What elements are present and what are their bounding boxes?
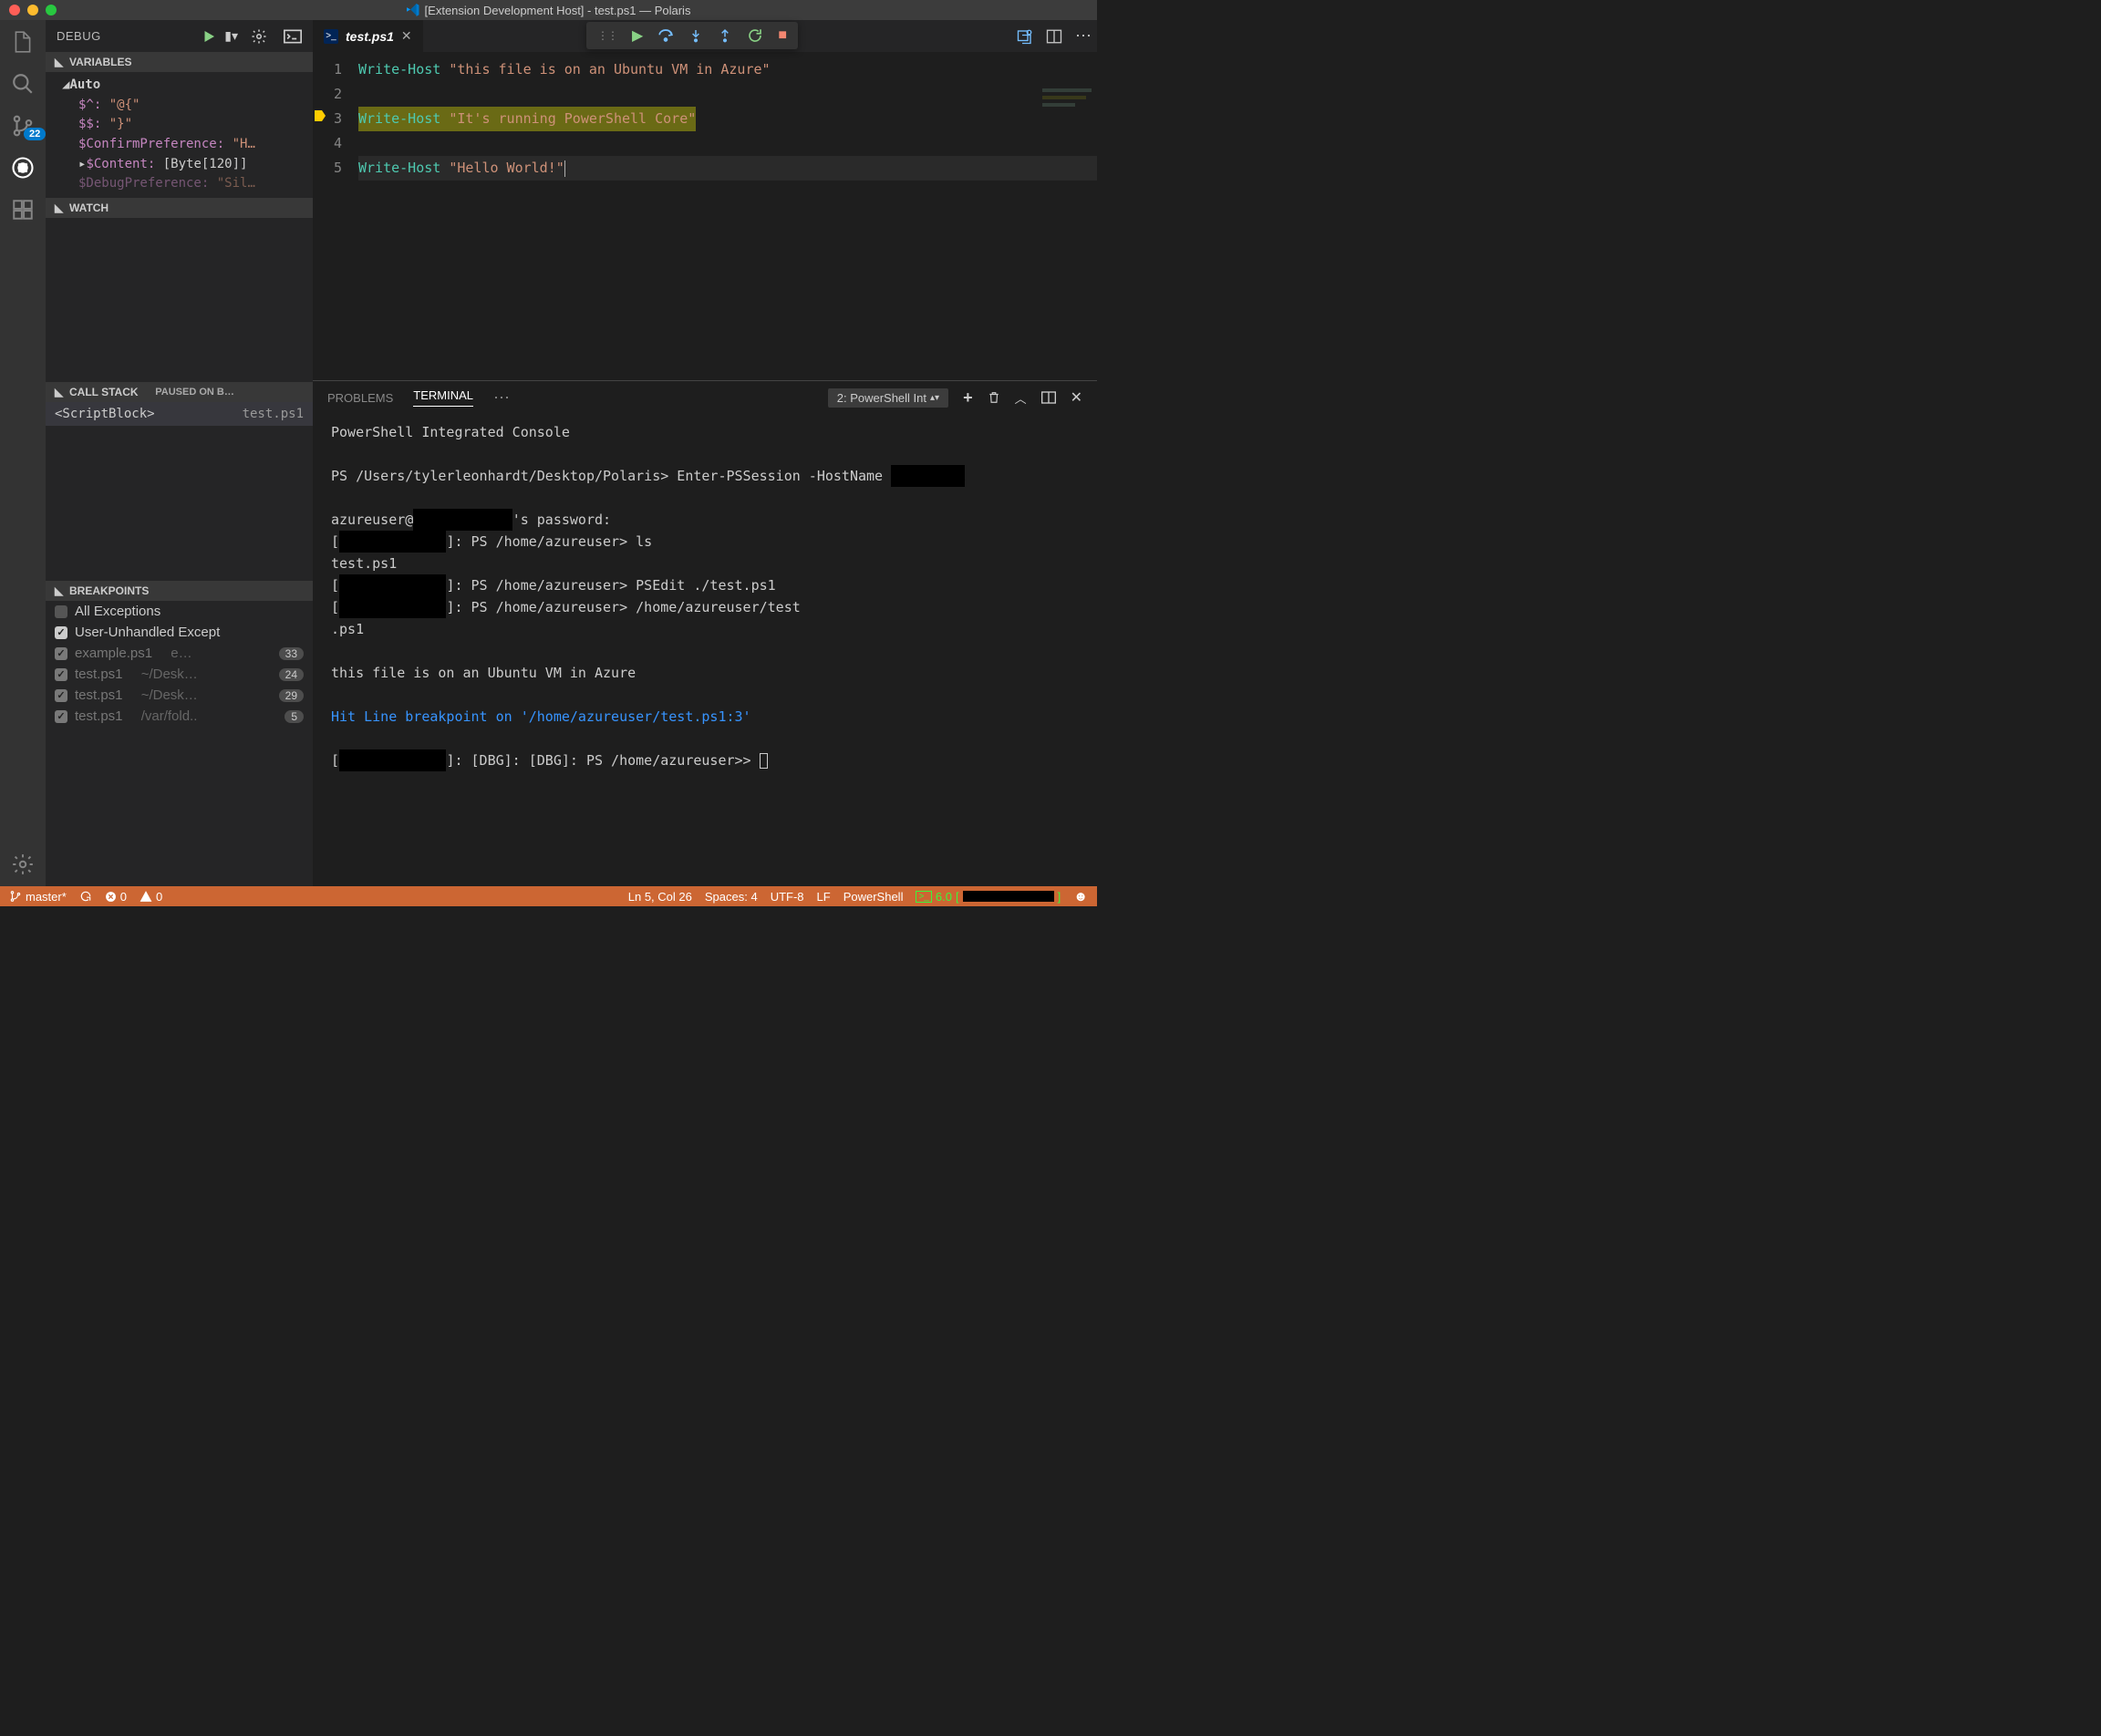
- stop-button[interactable]: ■: [778, 27, 787, 44]
- debug-header: DEBUG ▮▾: [46, 20, 313, 52]
- variable-row[interactable]: $^: "@{": [62, 96, 313, 116]
- bp-item[interactable]: test.ps1 ~/Desk…29: [46, 685, 313, 706]
- code-body[interactable]: Write-Host "this file is on an Ubuntu VM…: [358, 57, 1097, 380]
- checkbox-icon[interactable]: [55, 710, 67, 723]
- bp-item[interactable]: test.ps1 ~/Desk…24: [46, 664, 313, 685]
- language-mode[interactable]: PowerShell: [844, 890, 904, 904]
- minimize-window-icon[interactable]: [27, 5, 38, 16]
- watch-section-header[interactable]: ◣WATCH: [46, 198, 313, 218]
- terminal-header: PowerShell Integrated Console: [331, 421, 1079, 443]
- indentation[interactable]: Spaces: 4: [705, 890, 758, 904]
- callstack-status: PAUSED ON B…: [155, 387, 234, 398]
- explorer-icon[interactable]: [10, 29, 36, 55]
- step-into-button[interactable]: [688, 27, 703, 44]
- scm-badge: 22: [24, 128, 46, 140]
- line-gutter: 1 2 3 4 5: [313, 57, 358, 380]
- debug-settings-icon[interactable]: [251, 28, 267, 45]
- start-debug-button[interactable]: [201, 28, 217, 45]
- compare-changes-icon[interactable]: [1017, 28, 1033, 45]
- more-actions-icon[interactable]: ⋯: [1075, 26, 1092, 46]
- editor-actions: ⋯: [1017, 20, 1092, 52]
- extensions-icon[interactable]: [10, 197, 36, 222]
- window-title-text: [Extension Development Host] - test.ps1 …: [425, 4, 691, 17]
- debug-toolbar[interactable]: ⋮⋮ ▶ ■: [586, 22, 798, 49]
- window-title: [Extension Development Host] - test.ps1 …: [407, 4, 691, 17]
- status-bar: master* 0 0 Ln 5, Col 26 Spaces: 4 UTF-8…: [0, 886, 1097, 906]
- continue-button[interactable]: ▶: [632, 26, 643, 45]
- encoding[interactable]: UTF-8: [771, 890, 804, 904]
- git-branch[interactable]: master*: [9, 890, 67, 904]
- minimap[interactable]: [1042, 88, 1097, 143]
- restart-button[interactable]: [747, 27, 763, 44]
- text-cursor: [564, 160, 565, 177]
- drag-handle-icon[interactable]: ⋮⋮: [597, 29, 617, 42]
- vscode-icon: [407, 4, 419, 16]
- panel-tabs: PROBLEMS TERMINAL ⋯ 2: PowerShell Int ▴▾…: [313, 381, 1097, 414]
- variable-row[interactable]: $ConfirmPreference: "H…: [62, 135, 313, 155]
- title-bar: [Extension Development Host] - test.ps1 …: [0, 0, 1097, 20]
- panel-overflow-icon[interactable]: ⋯: [493, 388, 510, 408]
- step-out-button[interactable]: [718, 27, 732, 44]
- variable-row[interactable]: $DebugPreference: "Sil…: [62, 174, 313, 194]
- terminal-select[interactable]: 2: PowerShell Int ▴▾: [828, 388, 948, 408]
- bp-all-exceptions[interactable]: All Exceptions: [46, 601, 313, 622]
- toggle-panel-icon[interactable]: [1041, 391, 1056, 404]
- maximize-window-icon[interactable]: [46, 5, 57, 16]
- watch-body: [46, 218, 313, 382]
- debug-title: DEBUG: [57, 29, 101, 43]
- breakpoints-list: All Exceptions User-Unhandled Except exa…: [46, 601, 313, 727]
- variable-row[interactable]: $$: "}": [62, 115, 313, 135]
- variable-row[interactable]: ▸ $Content: [Byte[120]]: [62, 155, 313, 175]
- checkbox-icon[interactable]: [55, 626, 67, 639]
- editor-area: >_ test.ps1 ✕ ⋮⋮ ▶ ■ ⋯ 1 2: [313, 20, 1097, 886]
- warnings-count[interactable]: 0: [140, 890, 162, 904]
- eol[interactable]: LF: [817, 890, 831, 904]
- variables-list: ◢ Auto $^: "@{" $$: "}" $ConfirmPreferen…: [46, 72, 313, 198]
- debug-icon[interactable]: [10, 155, 36, 181]
- bottom-panel: PROBLEMS TERMINAL ⋯ 2: PowerShell Int ▴▾…: [313, 380, 1097, 886]
- callstack-body: [46, 426, 313, 581]
- checkbox-icon[interactable]: [55, 605, 67, 618]
- bp-item[interactable]: example.ps1 e…33: [46, 643, 313, 664]
- bp-user-unhandled[interactable]: User-Unhandled Except: [46, 622, 313, 643]
- tab-problems[interactable]: PROBLEMS: [327, 391, 393, 405]
- powershell-version[interactable]: >_6.0 []: [916, 890, 1061, 904]
- search-icon[interactable]: [10, 71, 36, 97]
- new-terminal-icon[interactable]: +: [963, 388, 973, 408]
- window-controls: [0, 5, 57, 16]
- bp-item[interactable]: test.ps1 /var/fold..5: [46, 706, 313, 727]
- terminal-cursor: [760, 753, 768, 769]
- variables-section-header[interactable]: ◣VARIABLES: [46, 52, 313, 72]
- checkbox-icon[interactable]: [55, 647, 67, 660]
- close-tab-icon[interactable]: ✕: [401, 28, 412, 44]
- code-editor[interactable]: 1 2 3 4 5 Write-Host "this file is on an…: [313, 52, 1097, 380]
- activity-bar: 22: [0, 20, 46, 886]
- debug-sidebar: DEBUG ▮▾ ◣VARIABLES ◢ Auto $^: "@{" $$: …: [46, 20, 313, 886]
- settings-gear-icon[interactable]: [10, 852, 36, 877]
- powershell-file-icon: >_: [324, 29, 338, 44]
- step-over-button[interactable]: [657, 27, 674, 44]
- callstack-frame[interactable]: <ScriptBlock> test.ps1: [46, 402, 313, 426]
- debug-console-icon[interactable]: [284, 29, 302, 44]
- debug-config-dropdown[interactable]: ▮▾: [224, 28, 238, 44]
- breakpoints-section-header[interactable]: ◣BREAKPOINTS: [46, 581, 313, 601]
- callstack-section-header[interactable]: ◣CALL STACK PAUSED ON B…: [46, 382, 313, 402]
- execution-pointer-icon: [313, 108, 327, 123]
- errors-count[interactable]: 0: [105, 890, 127, 904]
- maximize-panel-icon[interactable]: ︿: [1015, 389, 1027, 407]
- variables-scope-auto[interactable]: ◢ Auto: [62, 76, 313, 96]
- tab-test-ps1[interactable]: >_ test.ps1 ✕: [313, 20, 423, 52]
- sync-icon[interactable]: [79, 890, 92, 903]
- kill-terminal-icon[interactable]: [988, 390, 1000, 405]
- tab-label: test.ps1: [346, 29, 394, 44]
- terminal-output[interactable]: PowerShell Integrated Console PS /Users/…: [313, 414, 1097, 886]
- split-editor-icon[interactable]: [1046, 28, 1062, 45]
- close-panel-icon[interactable]: ✕: [1071, 388, 1082, 407]
- checkbox-icon[interactable]: [55, 668, 67, 681]
- feedback-icon[interactable]: ☻: [1073, 889, 1088, 904]
- close-window-icon[interactable]: [9, 5, 20, 16]
- checkbox-icon[interactable]: [55, 689, 67, 702]
- tab-terminal[interactable]: TERMINAL: [413, 388, 473, 407]
- cursor-position[interactable]: Ln 5, Col 26: [628, 890, 692, 904]
